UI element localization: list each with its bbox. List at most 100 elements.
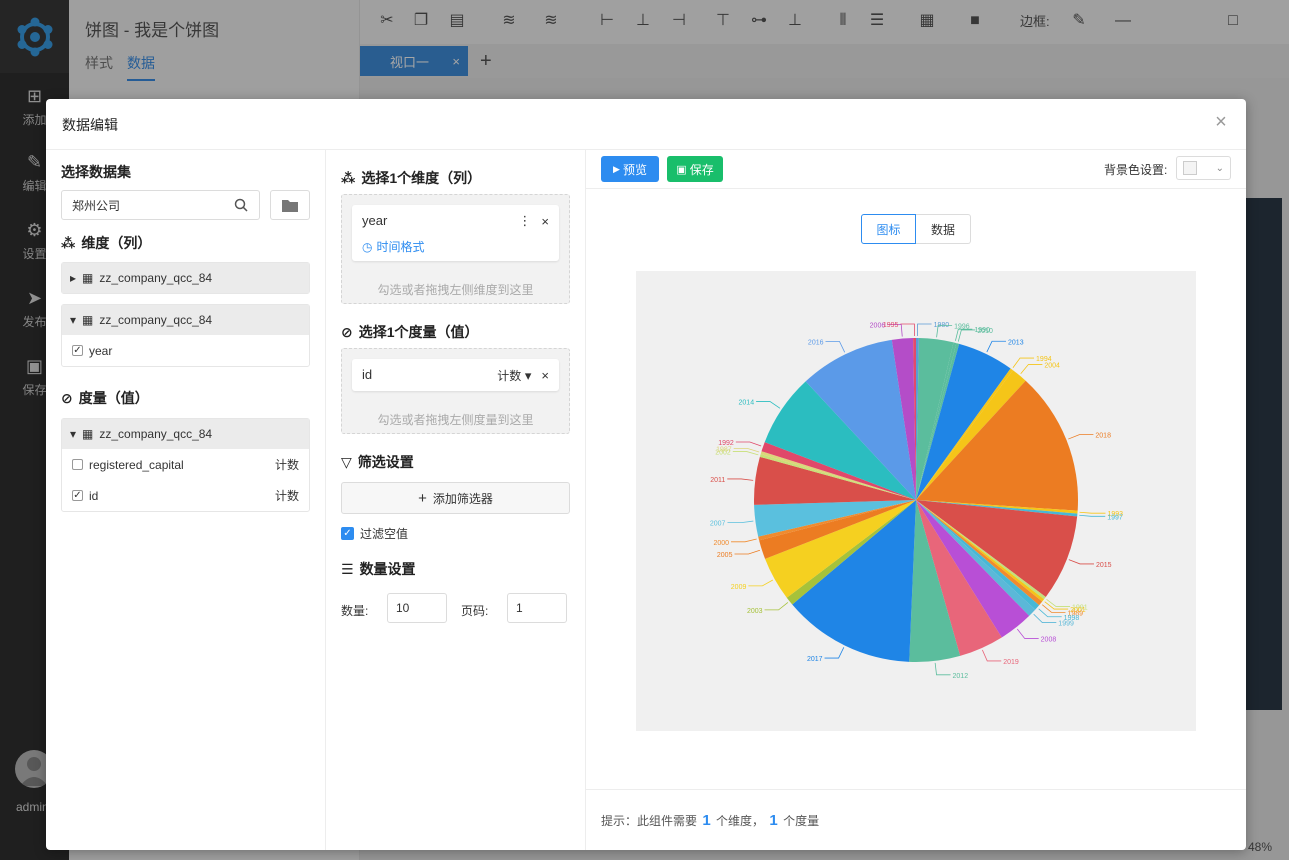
preview-area: 图标 数据 1980 1996 1990 2010 2013 1994 2004 2018 19… — [586, 188, 1246, 789]
folder-button[interactable] — [270, 190, 310, 220]
search-input[interactable] — [70, 197, 234, 213]
aggregation-dropdown[interactable]: 计数 ▾ — [497, 367, 531, 384]
table-icon: ▦ — [82, 427, 94, 441]
slice-label-1992: 1992 — [718, 440, 734, 447]
close-icon[interactable]: × — [541, 368, 549, 383]
search-icon[interactable] — [234, 198, 248, 212]
tab-data[interactable]: 数据 — [916, 214, 971, 244]
tab-chart[interactable]: 图标 — [861, 214, 916, 244]
dimension-group-collapsed[interactable]: ▸ ▦ zz_company_qcc_84 — [61, 262, 310, 294]
folder-icon — [282, 199, 298, 212]
dimension-select-title: ⁂ 选择1个维度（列） — [341, 169, 482, 187]
count-title: ☰ 数量设置 — [341, 560, 416, 578]
time-format-link[interactable]: ◷ 时间格式 — [362, 238, 549, 255]
label-line-1993 — [1079, 511, 1106, 514]
measure-drop-hint: 勾选或者拖拽左侧度量到这里 — [377, 413, 534, 427]
caret-down-icon: ▾ — [70, 427, 77, 441]
data-edit-dialog: 数据编辑 × 选择数据集 ⁂维度（列） ▸ ▦ zz_company_qcc_8… — [46, 99, 1246, 850]
more-vertical-icon[interactable]: ⋮ — [518, 213, 531, 229]
ruler-icon: ⊘ — [61, 389, 73, 406]
dimension-group-header[interactable]: ▸ ▦ zz_company_qcc_84 — [62, 263, 309, 293]
color-swatch — [1183, 161, 1197, 175]
save-button[interactable]: ▣ 保存 — [667, 156, 723, 182]
filter-null-checkbox[interactable]: ✓ 过滤空值 — [341, 525, 408, 542]
slice-label-2015: 2015 — [1096, 562, 1112, 569]
chevron-down-icon: ⌄ — [1215, 162, 1224, 174]
close-icon[interactable]: × — [1210, 111, 1232, 133]
slice-label-2011: 2011 — [710, 477, 725, 484]
save-icon: ▣ — [676, 163, 687, 176]
cubes-icon: ⁂ — [341, 169, 356, 186]
checkbox[interactable] — [72, 345, 83, 356]
bg-color-picker[interactable]: ⌄ — [1176, 156, 1231, 180]
measure-select-title: ⊘ 选择1个度量（值） — [341, 323, 479, 341]
label-line-1998 — [1038, 608, 1062, 618]
view-toggle: 图标 数据 — [861, 214, 971, 244]
label-line-2002 — [732, 451, 759, 456]
slice-label-2000: 2000 — [713, 540, 729, 547]
checkbox[interactable] — [72, 459, 83, 470]
config-column: ⁂ 选择1个维度（列） year ⋮ × ◷ 时间格式 勾选或者拖拽左侧维度到这里 … — [326, 150, 586, 850]
label-line-2010 — [957, 329, 976, 342]
label-line-2018 — [1068, 434, 1094, 440]
label-line-1997 — [1079, 514, 1106, 517]
label-line-1980 — [917, 323, 932, 337]
dimension-group-header[interactable]: ▾ ▦ zz_company_qcc_84 — [62, 305, 309, 335]
measure-group-header[interactable]: ▾ ▦ zz_company_qcc_84 — [62, 419, 309, 449]
ruler-icon: ⊘ — [341, 323, 353, 340]
measure-field-id[interactable]: id 计数 — [62, 480, 309, 511]
label-line-1990 — [955, 328, 973, 341]
dialog-title: 数据编辑 — [62, 117, 118, 133]
dimension-drop-hint: 勾选或者拖拽左侧维度到这里 — [377, 283, 534, 297]
list-icon: ☰ — [341, 560, 354, 577]
label-line-2005 — [734, 549, 761, 555]
label-line-1992 — [735, 441, 762, 447]
count-input[interactable]: 10 — [387, 593, 447, 623]
slice-label-2008: 2008 — [1041, 636, 1057, 643]
slice-label-1999: 1999 — [1058, 621, 1074, 628]
dimension-drop-zone[interactable]: year ⋮ × ◷ 时间格式 勾选或者拖拽左侧维度到这里 — [341, 194, 570, 304]
measure-field-registered-capital[interactable]: registered_capital 计数 — [62, 449, 309, 480]
label-line-2009 — [748, 579, 774, 587]
chart-container: 1980 1996 1990 2010 2013 1994 2004 2018 1993 1997… — [636, 271, 1196, 731]
dimension-field-year[interactable]: year — [62, 335, 309, 366]
table-icon: ▦ — [82, 271, 94, 285]
play-icon: ▶ — [613, 163, 620, 174]
caret-down-icon: ▾ — [524, 368, 532, 383]
label-line-2014 — [756, 401, 781, 409]
measures-title: ⊘ 度量（值） — [61, 389, 149, 407]
label-line-2004 — [1020, 364, 1043, 375]
slice-label-2004: 2004 — [1044, 363, 1060, 370]
tip-text: 提示：此组件需要 1 个维度， 1 个度量 — [601, 812, 820, 829]
table-icon: ▦ — [82, 313, 94, 327]
slice-label-2010: 2010 — [977, 328, 993, 335]
dataset-column: 选择数据集 ⁂维度（列） ▸ ▦ zz_company_qcc_84 ▾ ▦ z… — [46, 150, 326, 850]
dialog-header: 数据编辑 × — [46, 99, 1246, 150]
slice-label-2005: 2005 — [717, 552, 733, 559]
checkbox-checked[interactable]: ✓ — [341, 527, 354, 540]
slice-label-2013: 2013 — [1008, 339, 1024, 346]
page-label: 页码: — [461, 604, 489, 618]
count-label: 数量: — [341, 604, 369, 618]
preview-column: ▶ 预览 ▣ 保存 背景色设置: ⌄ 图标 数据 1980 1996 1990 2010 2… — [586, 150, 1246, 850]
label-line-1994 — [1012, 357, 1035, 368]
label-line-2003 — [764, 602, 789, 611]
close-icon[interactable]: × — [541, 214, 549, 229]
measure-chip[interactable]: id 计数 ▾ × — [352, 359, 559, 391]
add-filter-button[interactable]: + 添加筛选器 — [341, 482, 570, 514]
measure-drop-zone[interactable]: id 计数 ▾ × 勾选或者拖拽左侧度量到这里 — [341, 348, 570, 434]
label-line-2015 — [1068, 559, 1094, 565]
checkbox[interactable] — [72, 490, 83, 501]
clock-icon: ◷ — [362, 239, 373, 254]
preview-button[interactable]: ▶ 预览 — [601, 156, 659, 182]
slice-label-2014: 2014 — [739, 400, 755, 407]
slice-label-1997: 1997 — [1107, 514, 1123, 521]
label-line-2012 — [934, 662, 951, 676]
label-line-2001 — [1044, 601, 1069, 610]
measure-group: ▾ ▦ zz_company_qcc_84 registered_capital… — [61, 418, 310, 512]
dataset-search[interactable] — [61, 190, 260, 220]
dimension-chip[interactable]: year ⋮ × ◷ 时间格式 — [352, 205, 559, 261]
label-line-2008 — [1016, 628, 1039, 639]
page-input[interactable]: 1 — [507, 593, 567, 623]
caret-down-icon: ▾ — [70, 313, 77, 327]
